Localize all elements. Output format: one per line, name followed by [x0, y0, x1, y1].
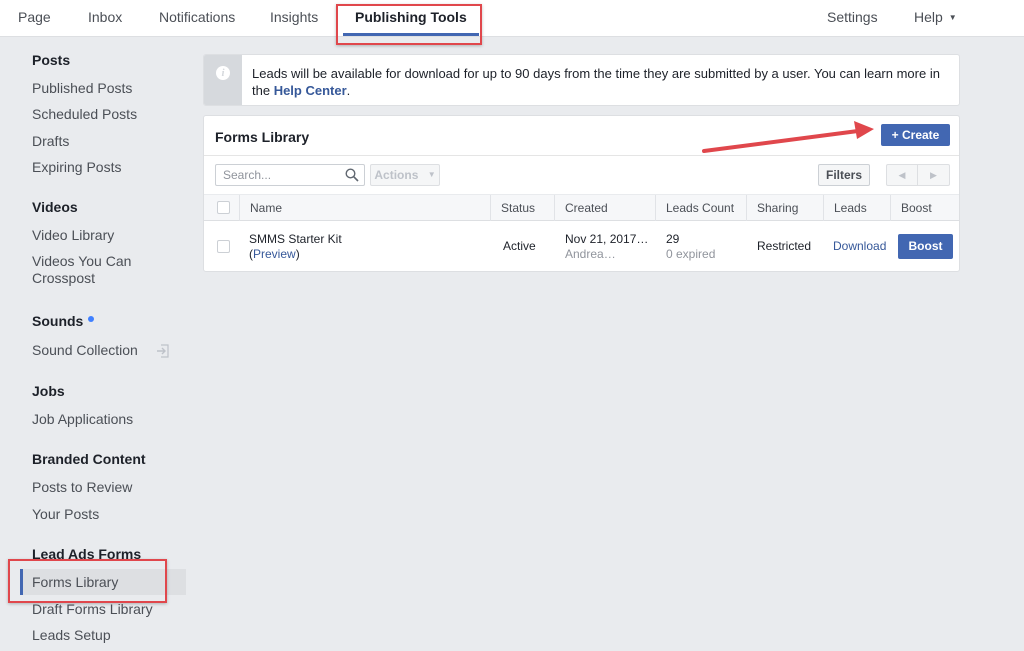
tab-inbox[interactable]: Inbox: [88, 0, 122, 37]
sidebar-heading-posts: Posts: [32, 52, 71, 68]
sidebar-item-expiring-posts[interactable]: Expiring Posts: [32, 159, 121, 176]
filters-button[interactable]: Filters: [818, 164, 870, 186]
pagination: ◀ ▶: [886, 164, 950, 186]
info-icon-column: i: [204, 55, 242, 105]
search-input[interactable]: [216, 165, 336, 185]
sidebar-item-posts-to-review[interactable]: Posts to Review: [32, 479, 132, 496]
create-form-button[interactable]: + Create: [881, 124, 950, 146]
column-header-created[interactable]: Created: [554, 195, 655, 221]
info-banner: i Leads will be available for download f…: [203, 54, 960, 106]
sidebar-item-drafts[interactable]: Drafts: [32, 133, 69, 150]
column-header-name[interactable]: Name: [239, 195, 490, 221]
leads-expired: 0 expired: [666, 247, 716, 261]
column-header-sharing[interactable]: Sharing: [746, 195, 823, 221]
sidebar-item-label-line2: Crosspost: [32, 270, 96, 286]
active-tab-indicator: [343, 33, 479, 36]
new-indicator-dot: [88, 316, 95, 322]
table-row: SMMS Starter Kit (Preview) Active Nov 21…: [204, 222, 959, 271]
sidebar-item-videos-you-can-crosspost[interactable]: Videos You Can Crosspost: [32, 253, 131, 287]
info-icon: i: [216, 66, 230, 80]
sidebar-item-leads-setup[interactable]: Leads Setup: [32, 627, 111, 644]
sidebar-item-scheduled-posts[interactable]: Scheduled Posts: [32, 106, 137, 123]
sidebar-item-forms-library[interactable]: Forms Library: [20, 569, 186, 595]
tab-publishing-tools[interactable]: Publishing Tools: [343, 0, 479, 37]
help-menu[interactable]: Help ▼: [914, 0, 957, 37]
actions-label: Actions: [374, 168, 419, 182]
preview-link[interactable]: Preview: [253, 247, 296, 261]
form-name-cell: SMMS Starter Kit (Preview): [249, 232, 342, 261]
column-header-boost[interactable]: Boost: [890, 195, 959, 221]
created-by: Andrea…: [565, 247, 616, 261]
form-name[interactable]: SMMS Starter Kit: [249, 232, 342, 247]
tab-notifications[interactable]: Notifications: [159, 0, 235, 37]
sidebar: Posts Published Posts Scheduled Posts Dr…: [0, 38, 190, 651]
previous-page-icon[interactable]: ◀: [887, 165, 918, 185]
card-title: Forms Library: [215, 129, 310, 145]
sidebar-heading-videos: Videos: [32, 199, 78, 215]
tab-insights[interactable]: Insights: [270, 0, 318, 37]
caret-down-icon: ▼: [427, 170, 436, 179]
top-navigation: Page Inbox Notifications Insights Publis…: [0, 0, 1024, 37]
created-date: Nov 21, 2017…: [565, 232, 649, 246]
sidebar-heading-sounds: Sounds: [32, 313, 95, 329]
card-header: Forms Library + Create: [204, 116, 959, 156]
boost-button[interactable]: Boost: [898, 234, 953, 259]
sidebar-item-your-posts[interactable]: Your Posts: [32, 506, 99, 523]
status-cell: Active: [503, 239, 536, 253]
column-header-status[interactable]: Status: [490, 195, 554, 221]
caret-down-icon: ▼: [948, 13, 957, 22]
sidebar-heading-lead-ads-forms: Lead Ads Forms: [32, 546, 142, 562]
leads-count: 29: [666, 232, 680, 246]
help-label: Help: [914, 9, 943, 25]
select-all-checkbox[interactable]: [217, 201, 230, 214]
forms-library-card: Forms Library + Create Actions ▼ Filters…: [203, 115, 960, 272]
search-field[interactable]: [215, 164, 365, 186]
sidebar-item-draft-forms-library[interactable]: Draft Forms Library: [32, 601, 153, 618]
actions-dropdown[interactable]: Actions ▼: [370, 164, 440, 186]
sidebar-item-video-library[interactable]: Video Library: [32, 227, 114, 244]
next-page-icon[interactable]: ▶: [918, 165, 949, 185]
settings-link[interactable]: Settings: [827, 0, 878, 37]
column-header-leads-count[interactable]: Leads Count: [655, 195, 746, 221]
info-banner-text: Leads will be available for download for…: [252, 65, 952, 99]
sidebar-item-label: Forms Library: [32, 574, 119, 590]
download-leads-link[interactable]: Download: [833, 239, 886, 254]
sidebar-item-label-line1: Videos You Can: [32, 253, 132, 269]
download-link-label[interactable]: Download: [833, 239, 886, 253]
help-center-link[interactable]: Help Center: [274, 83, 347, 98]
tab-page[interactable]: Page: [18, 0, 51, 37]
sidebar-item-job-applications[interactable]: Job Applications: [32, 411, 133, 428]
search-icon[interactable]: [345, 168, 359, 182]
table-header: Name Status Created Leads Count Sharing …: [204, 194, 959, 221]
open-external-icon[interactable]: [156, 344, 170, 358]
column-header-leads[interactable]: Leads: [823, 195, 890, 221]
tab-publishing-tools-label: Publishing Tools: [355, 9, 467, 25]
created-cell: Nov 21, 2017… Andrea…: [565, 232, 648, 262]
leads-count-cell: 29 0 expired: [666, 232, 715, 262]
sidebar-item-published-posts[interactable]: Published Posts: [32, 80, 132, 97]
row-checkbox[interactable]: [217, 240, 230, 253]
banner-text: Leads will be available for download for…: [252, 66, 940, 98]
sidebar-heading-label: Sounds: [32, 313, 84, 329]
sidebar-heading-branded-content: Branded Content: [32, 451, 146, 467]
sidebar-item-sound-collection[interactable]: Sound Collection: [32, 342, 138, 359]
sharing-cell: Restricted: [757, 239, 812, 253]
banner-text-end: .: [346, 83, 351, 98]
selected-indicator: [20, 569, 23, 595]
sidebar-heading-jobs: Jobs: [32, 383, 65, 399]
